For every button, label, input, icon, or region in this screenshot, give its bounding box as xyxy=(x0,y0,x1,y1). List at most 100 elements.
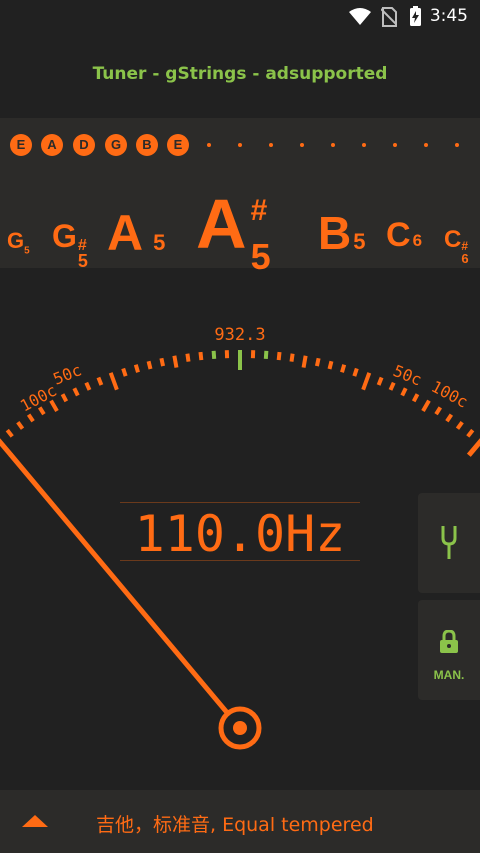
note-letter: A xyxy=(107,205,144,261)
note-octave: 5 xyxy=(353,229,366,254)
manual-mode-label: MAN. xyxy=(433,668,465,682)
scale-tick xyxy=(49,399,59,413)
scale-tick xyxy=(26,413,35,423)
battery-charging-icon xyxy=(410,6,421,26)
empty-slot-dot xyxy=(362,143,366,147)
string-button-e-high[interactable]: E xyxy=(167,134,189,156)
tuning-selector-bar[interactable]: 吉他，标准音, Equal tempered xyxy=(0,790,480,853)
notes-panel: E A D G B E G5 G #5 A5 A #5 B5 C6 C #6 xyxy=(0,118,480,277)
scale-tick xyxy=(455,421,464,430)
empty-slot-dot xyxy=(269,143,273,147)
empty-slot-dot xyxy=(238,143,242,147)
note-letter: A xyxy=(196,185,247,263)
scale-tick xyxy=(159,357,166,367)
tuning-meter: 932.3 100c 50c 50c 100c 110.0Hz xyxy=(0,268,480,788)
scale-label-right-50c: 50c xyxy=(391,361,425,389)
needle-pivot-center xyxy=(233,721,247,735)
string-button-b[interactable]: B xyxy=(136,134,158,156)
note-letter: C xyxy=(386,216,411,254)
scale-tick xyxy=(434,406,443,416)
scale-tick xyxy=(198,351,204,361)
scale-tick xyxy=(361,372,372,391)
note-gsharp5: G #5 xyxy=(52,218,93,271)
scale-tick xyxy=(411,393,420,403)
scale-tick xyxy=(121,367,128,377)
scale-tick xyxy=(60,393,69,403)
scale-tick xyxy=(314,357,321,367)
tuning-name: 吉他，标准音, Equal tempered xyxy=(96,814,374,836)
scale-tick xyxy=(466,438,480,457)
note-octave: 6 xyxy=(461,251,469,266)
scale-tick xyxy=(84,381,92,391)
scale-tick xyxy=(376,376,384,386)
scale-label-right-100c: 100c xyxy=(428,377,471,412)
manual-lock-button[interactable]: MAN. xyxy=(418,600,480,700)
target-frequency-label: 932.3 xyxy=(214,325,265,345)
empty-slot-dot xyxy=(455,143,459,147)
empty-slot-dot xyxy=(424,143,428,147)
scale-tick xyxy=(185,353,191,362)
note-octave: 5 xyxy=(153,230,166,255)
scale-tick xyxy=(96,376,104,386)
scale-tick xyxy=(276,351,282,361)
scale-tick xyxy=(466,428,475,438)
scale-tick xyxy=(301,355,308,368)
string-button-g[interactable]: G xyxy=(105,134,127,156)
empty-slot-dot xyxy=(393,143,397,147)
string-button-a[interactable]: A xyxy=(41,134,63,156)
chevron-up-icon[interactable] xyxy=(22,814,48,828)
wifi-icon xyxy=(349,8,371,25)
scale-label-left-100c: 100c xyxy=(17,381,60,416)
scale-tick xyxy=(400,387,408,397)
note-octave: 5 xyxy=(24,245,30,257)
note-a5: A5 xyxy=(107,204,165,262)
no-sim-icon xyxy=(381,7,397,27)
note-g5: G5 xyxy=(7,228,30,256)
tuning-fork-button[interactable] xyxy=(418,493,480,593)
note-letter: B xyxy=(318,207,352,259)
tuning-needle xyxy=(8,452,230,716)
empty-slot-dot xyxy=(331,143,335,147)
string-button-e-low[interactable]: E xyxy=(10,134,32,156)
frequency-readout: 110.0Hz xyxy=(134,505,346,563)
scale-tick xyxy=(263,350,269,360)
note-letter: G xyxy=(7,228,25,253)
scale-tick xyxy=(0,438,14,457)
status-bar: 3:45 xyxy=(0,0,480,34)
scale-label-left-50c: 50c xyxy=(50,360,84,388)
note-accidental: # xyxy=(250,194,268,227)
app-title: Tuner - gStrings - adsupported xyxy=(92,64,388,84)
frequency-divider-top xyxy=(120,502,360,503)
note-b5: B5 xyxy=(318,206,365,260)
scale-tick xyxy=(146,360,153,370)
empty-slot-dot xyxy=(207,143,211,147)
frequency-divider-bottom xyxy=(120,560,360,561)
scale-tick xyxy=(72,387,80,397)
scale-tick xyxy=(37,406,46,416)
note-csharp6: C #6 xyxy=(444,226,473,266)
scale-tick xyxy=(108,372,119,391)
scale-tick xyxy=(133,364,140,373)
lock-icon xyxy=(440,630,458,653)
note-letter: G xyxy=(52,218,77,254)
scale-tick xyxy=(352,367,359,377)
note-letter: C xyxy=(444,226,462,253)
scale-tick xyxy=(289,353,295,362)
note-octave: 6 xyxy=(412,231,423,250)
note-c6: C6 xyxy=(386,216,422,255)
empty-slot-dot xyxy=(300,143,304,147)
scale-tick xyxy=(340,364,347,373)
scale-tick xyxy=(5,428,14,438)
string-button-d[interactable]: D xyxy=(73,134,95,156)
status-time: 3:45 xyxy=(429,6,468,26)
scale-tick xyxy=(211,350,217,360)
scale-tick xyxy=(16,421,25,430)
scale-tick xyxy=(388,381,396,391)
scale-tick xyxy=(421,399,431,413)
note-asharp5-current: A #5 xyxy=(196,184,277,277)
scale-tick xyxy=(445,413,454,423)
scale-tick xyxy=(172,355,179,368)
scale-tick xyxy=(327,360,334,370)
tuning-fork-icon xyxy=(441,526,457,559)
app-header: Tuner - gStrings - adsupported xyxy=(0,34,480,116)
